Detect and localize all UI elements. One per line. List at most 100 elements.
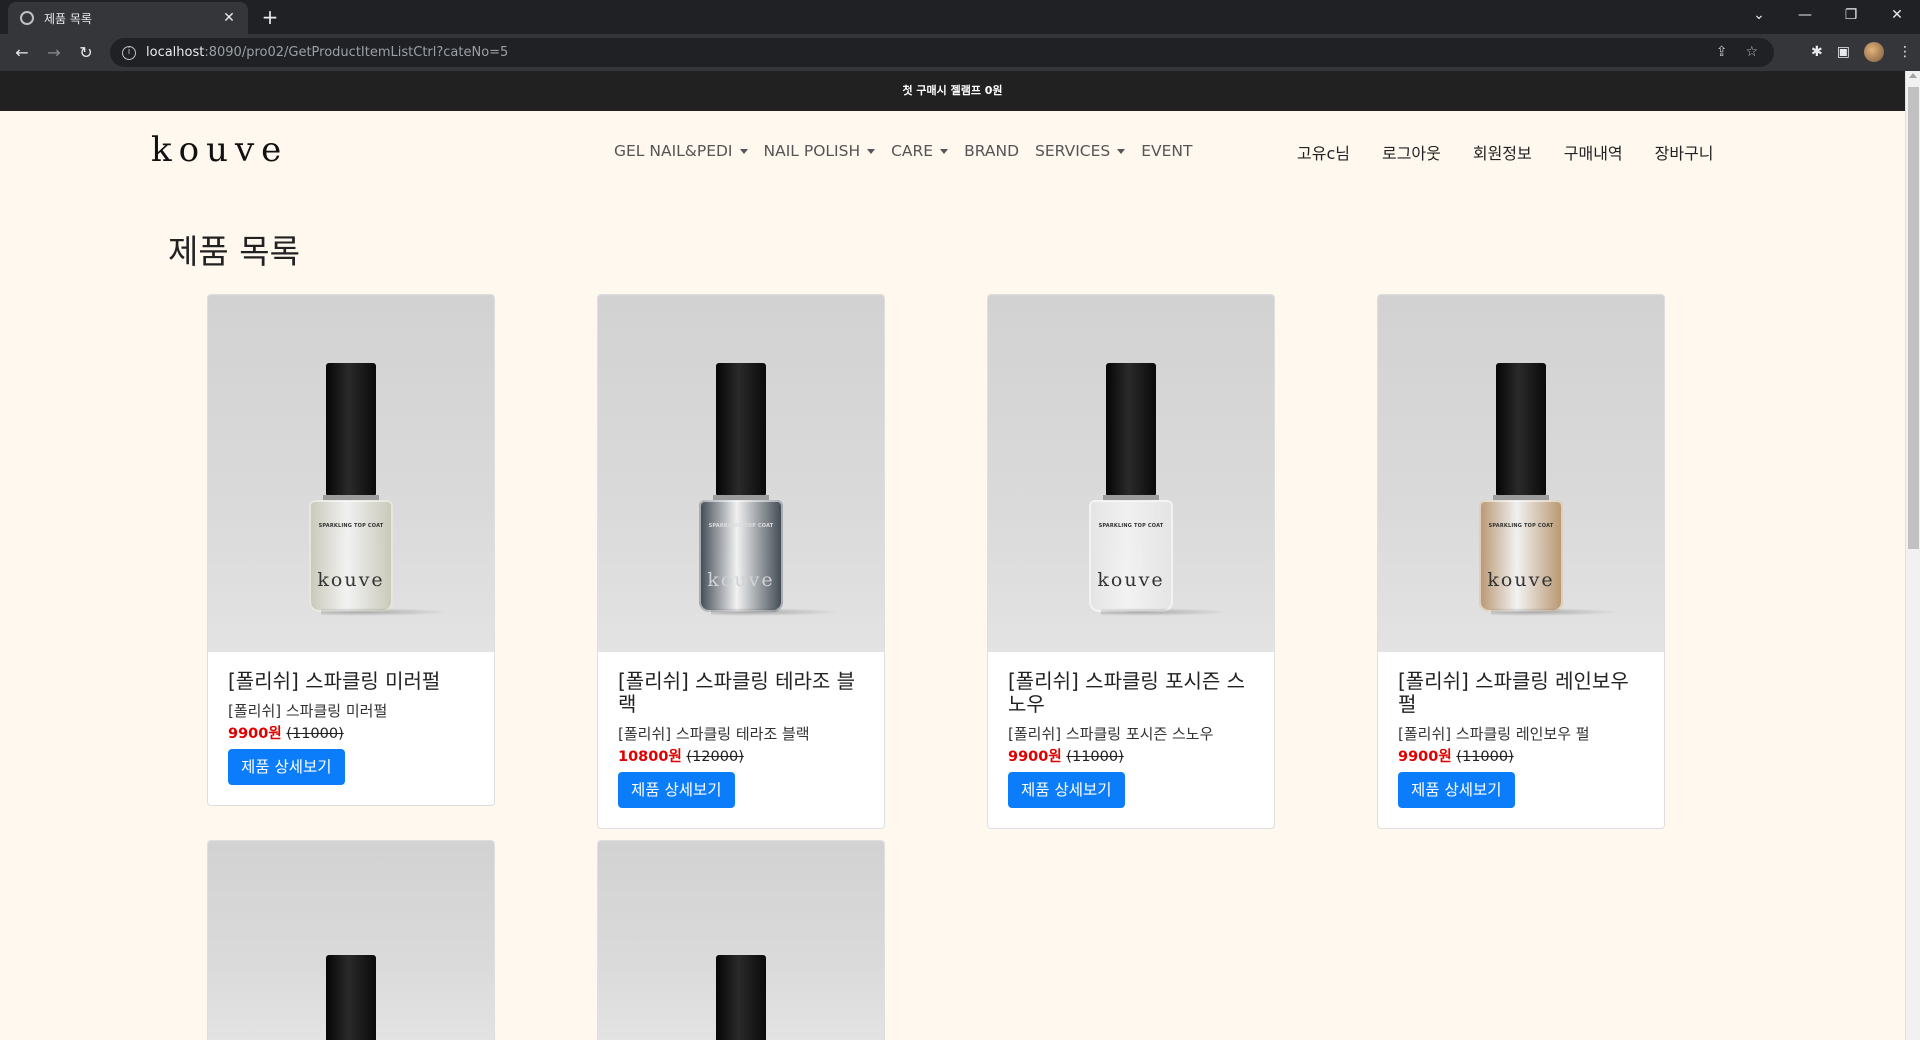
nav-label: GEL NAIL&PEDI (614, 142, 733, 160)
product-card-partial (207, 840, 495, 1040)
nav-label: BRAND (964, 142, 1020, 160)
member-info-link[interactable]: 회원정보 (1473, 140, 1532, 164)
product-detail-button[interactable]: 제품 상세보기 (228, 749, 345, 785)
product-image[interactable]: SPARKLING TOP COAT kouve (1378, 295, 1664, 652)
nav-label: CARE (891, 142, 934, 160)
product-description: [폴리쉬] 스파클링 레인보우 펄 (1398, 725, 1590, 743)
caret-down-icon (867, 148, 876, 154)
page-title: 제품 목록 (168, 232, 300, 271)
browser-toolbar: ← → ↻ i localhost :8090/pro02/GetProduct… (0, 34, 1920, 71)
bottle-label: SPARKLING TOP COAT (1098, 523, 1164, 529)
reload-icon[interactable]: ↻ (70, 43, 102, 62)
product-description: [폴리쉬] 스파클링 미러펄 (228, 702, 388, 720)
cart-link[interactable]: 장바구니 (1655, 140, 1714, 164)
nav-services[interactable]: SERVICES (1035, 142, 1126, 160)
scroll-up-icon[interactable] (1909, 73, 1917, 78)
product-name[interactable]: [폴리쉬] 스파클링 미러펄 (228, 670, 474, 693)
order-history-link[interactable]: 구매내역 (1564, 140, 1623, 164)
bottle-brand: kouve (707, 569, 775, 591)
bottle-brand: kouve (1487, 569, 1555, 591)
close-window-icon[interactable]: ✕ (1874, 7, 1920, 23)
promo-banner: 첫 구매시 젤램프 0원 (0, 71, 1905, 111)
original-price: (11000) (1066, 749, 1124, 765)
product-detail-button[interactable]: 제품 상세보기 (1398, 772, 1515, 808)
product-price: 10800원 (12000) (618, 748, 864, 766)
nav-event[interactable]: EVENT (1141, 142, 1192, 160)
product-name[interactable]: [폴리쉬] 스파클링 테라조 블랙 (618, 670, 864, 716)
tab-strip: 제품 목록 ✕ + ⌄ — ❐ ✕ (0, 0, 1920, 34)
scrollbar-thumb[interactable] (1908, 87, 1919, 549)
page-scrollbar[interactable] (1905, 71, 1920, 1040)
window-controls: ⌄ — ❐ ✕ (1736, 0, 1920, 30)
product-detail-button[interactable]: 제품 상세보기 (618, 772, 735, 808)
tab-title: 제품 목록 (44, 11, 92, 26)
extensions-icon[interactable]: ✱ (1811, 44, 1823, 60)
bottle-brand: kouve (1097, 569, 1165, 591)
nav-label: NAIL POLISH (763, 142, 861, 160)
info-icon[interactable]: i (122, 45, 136, 60)
nav-care[interactable]: CARE (891, 142, 949, 160)
nav-nail-polish[interactable]: NAIL POLISH (764, 142, 876, 160)
globe-icon (20, 11, 34, 25)
sale-price: 9900원 (1008, 749, 1062, 765)
product-image[interactable] (598, 841, 884, 1040)
browser-chrome: 제품 목록 ✕ + ⌄ — ❐ ✕ ← → ↻ i localhost :809… (0, 0, 1920, 71)
sale-price: 9900원 (1398, 749, 1452, 765)
user-nav: 고유c님 로그아웃 회원정보 구매내역 장바구니 (1297, 140, 1714, 164)
product-card: SPARKLING TOP COAT kouve [폴리쉬] 스파클링 테라조 … (597, 294, 885, 829)
restore-icon[interactable]: ❐ (1828, 7, 1874, 23)
back-icon[interactable]: ← (6, 43, 38, 62)
product-description: [폴리쉬] 스파클링 포시즌 스노우 (1008, 725, 1214, 743)
product-image[interactable]: SPARKLING TOP COAT kouve (598, 295, 884, 652)
bottle-label: SPARKLING TOP COAT (318, 523, 384, 529)
product-image[interactable] (208, 841, 494, 1040)
sidepanel-icon[interactable]: ▣ (1837, 44, 1850, 60)
original-price: (12000) (686, 749, 744, 765)
close-tab-icon[interactable]: ✕ (220, 10, 238, 26)
url-host: localhost (146, 45, 205, 60)
sale-price: 9900원 (228, 726, 282, 742)
minimize-icon[interactable]: — (1782, 7, 1828, 23)
omnibox-actions: ⇪ ☆ (1716, 44, 1758, 60)
original-price: (11000) (286, 726, 344, 742)
product-image[interactable]: SPARKLING TOP COAT kouve (988, 295, 1274, 652)
product-name[interactable]: [폴리쉬] 스파클링 레인보우 펄 (1398, 670, 1644, 716)
caret-down-icon (1117, 148, 1126, 154)
product-image[interactable]: SPARKLING TOP COAT kouve (208, 295, 494, 652)
product-name[interactable]: [폴리쉬] 스파클링 포시즌 스노우 (1008, 670, 1254, 716)
caret-down-icon (940, 148, 949, 154)
product-card: SPARKLING TOP COAT kouve [폴리쉬] 스파클링 포시즌 … (987, 294, 1275, 829)
avatar[interactable] (1864, 42, 1884, 62)
new-tab-button[interactable]: + (258, 6, 282, 28)
sale-price: 10800원 (618, 749, 682, 765)
menu-icon[interactable]: ⋮ (1898, 44, 1912, 60)
browser-tab[interactable]: 제품 목록 ✕ (8, 2, 248, 34)
star-icon[interactable]: ☆ (1745, 44, 1758, 60)
nav-label: EVENT (1141, 142, 1193, 160)
forward-icon[interactable]: → (38, 43, 70, 62)
nav-label: SERVICES (1035, 142, 1111, 160)
product-detail-button[interactable]: 제품 상세보기 (1008, 772, 1125, 808)
product-card: SPARKLING TOP COAT kouve [폴리쉬] 스파클링 미러펄 … (207, 294, 495, 806)
address-bar[interactable]: i localhost :8090/pro02/GetProductItemLi… (110, 38, 1774, 67)
nav-gel-nail[interactable]: GEL NAIL&PEDI (614, 142, 748, 160)
product-price: 9900원 (11000) (1008, 748, 1254, 766)
bottle-brand: kouve (317, 569, 385, 591)
product-price: 9900원 (11000) (1398, 748, 1644, 766)
product-price: 9900원 (11000) (228, 725, 474, 743)
toolbar-actions: ✱ ▣ ⋮ (1811, 42, 1912, 62)
tab-search-icon[interactable]: ⌄ (1736, 7, 1782, 23)
share-icon[interactable]: ⇪ (1716, 44, 1728, 60)
user-greeting[interactable]: 고유c님 (1297, 140, 1350, 164)
bottle-label: SPARKLING TOP COAT (708, 523, 774, 529)
caret-down-icon (739, 148, 748, 154)
site-logo[interactable]: kouve (151, 130, 288, 170)
main-nav: GEL NAIL&PEDI NAIL POLISH CARE BRAND SER… (614, 142, 1192, 160)
logout-link[interactable]: 로그아웃 (1382, 140, 1441, 164)
url-path: :8090/pro02/GetProductItemListCtrl?cateN… (204, 45, 509, 60)
nav-brand[interactable]: BRAND (964, 142, 1019, 160)
product-card: SPARKLING TOP COAT kouve [폴리쉬] 스파클링 레인보우… (1377, 294, 1665, 829)
original-price: (11000) (1456, 749, 1514, 765)
bottle-label: SPARKLING TOP COAT (1488, 523, 1554, 529)
product-description: [폴리쉬] 스파클링 테라조 블랙 (618, 725, 810, 743)
